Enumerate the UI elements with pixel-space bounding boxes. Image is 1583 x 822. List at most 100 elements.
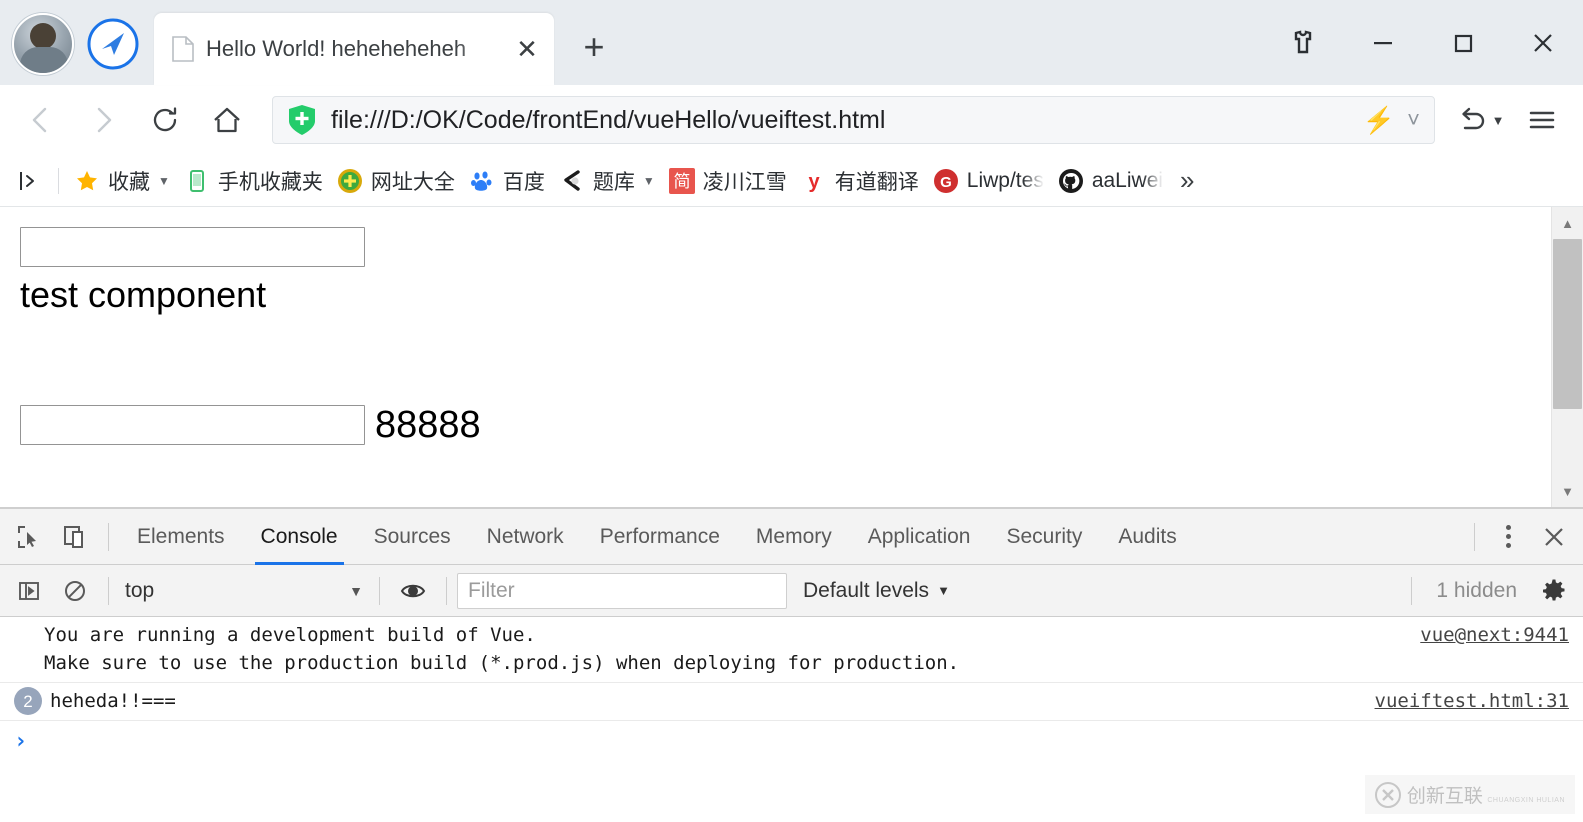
- bookmark-item-tiku[interactable]: 题库 ▼: [552, 161, 662, 201]
- avatar[interactable]: [12, 13, 74, 75]
- gear-icon[interactable]: [1531, 568, 1577, 614]
- home-icon[interactable]: [196, 89, 258, 151]
- page-viewport: test component 88888 ▲ ▼: [0, 207, 1583, 507]
- tab-sources[interactable]: Sources: [356, 509, 469, 565]
- console-prompt[interactable]: ›: [0, 721, 1583, 762]
- address-bar[interactable]: file:///D:/OK/Code/frontEnd/vueHello/vue…: [272, 96, 1435, 144]
- chevron-down-icon[interactable]: ▼: [158, 174, 170, 188]
- tab-elements[interactable]: Elements: [119, 509, 243, 565]
- clear-console-icon[interactable]: [52, 568, 98, 614]
- youdao-icon: y: [801, 168, 827, 194]
- maximize-icon[interactable]: [1423, 0, 1503, 85]
- tab-application[interactable]: Application: [850, 509, 989, 565]
- divider: [446, 576, 447, 605]
- bookmark-item-hao123[interactable]: 网址大全: [330, 161, 462, 201]
- browser-tab[interactable]: Hello World! heheheheheh ✕: [154, 13, 554, 85]
- browser-logo-icon[interactable]: [86, 17, 140, 71]
- close-icon[interactable]: [1503, 0, 1583, 85]
- bookmark-item-favorites[interactable]: 收藏 ▼: [67, 161, 177, 201]
- filter-placeholder: Filter: [468, 578, 515, 602]
- tab-console[interactable]: Console: [243, 509, 356, 565]
- page-scrollbar[interactable]: ▲ ▼: [1551, 207, 1583, 507]
- new-tab-button[interactable]: +: [566, 19, 622, 75]
- log-levels-label: Default levels: [803, 578, 930, 602]
- bookmark-label: 手机收藏夹: [217, 170, 323, 194]
- browser-window: Hello World! heheheheheh ✕ + file:///D:/…: [0, 0, 1583, 822]
- divider: [108, 576, 109, 605]
- prompt-chevron-icon: ›: [14, 729, 28, 755]
- hamburger-menu-icon[interactable]: [1511, 89, 1573, 151]
- bookmark-label: 题库: [592, 170, 635, 194]
- text-input-top[interactable]: [20, 227, 365, 267]
- log-levels-select[interactable]: Default levels ▼: [787, 579, 966, 603]
- github-icon: [1058, 168, 1084, 194]
- plus-circle-icon: [337, 168, 363, 194]
- device-toolbar-icon[interactable]: [52, 514, 98, 560]
- bookmark-label: 收藏: [108, 170, 150, 194]
- svg-text:G: G: [940, 174, 952, 191]
- scrollbar-track[interactable]: [1552, 239, 1583, 475]
- tab-audits[interactable]: Audits: [1100, 509, 1194, 565]
- url-text: file:///D:/OK/Code/frontEnd/vueHello/vue…: [331, 105, 886, 134]
- filter-input[interactable]: Filter: [457, 572, 787, 609]
- console-message-text: You are running a development build of V…: [44, 624, 960, 675]
- bookmark-label: 有道翻译: [834, 170, 919, 194]
- bookmarks-overflow-button[interactable]: »: [1170, 165, 1204, 196]
- chevron-down-icon[interactable]: ▼: [1492, 113, 1505, 128]
- console-message-source[interactable]: vueiftest.html:31: [1357, 687, 1569, 715]
- close-icon[interactable]: [1531, 514, 1577, 560]
- close-icon[interactable]: ✕: [510, 32, 544, 66]
- minimize-icon[interactable]: [1343, 0, 1423, 85]
- divider: [1474, 522, 1475, 551]
- scroll-up-icon[interactable]: ▲: [1552, 207, 1583, 239]
- execution-context-value: top: [125, 578, 155, 602]
- tab-title: Hello World! heheheheheh: [206, 36, 467, 61]
- message-count-badge: 2: [14, 687, 42, 716]
- lightning-icon[interactable]: ⚡: [1363, 105, 1395, 136]
- tab-strip: Hello World! heheheheheh ✕ +: [0, 0, 1583, 85]
- page-content: test component 88888: [0, 207, 1551, 507]
- devtools-tabbar: Elements Console Sources Network Perform…: [0, 509, 1583, 565]
- skin-icon[interactable]: [1263, 0, 1343, 85]
- hidden-messages-count: 1 hidden: [1436, 578, 1517, 602]
- tab-security[interactable]: Security: [988, 509, 1100, 565]
- document-icon: [172, 36, 194, 62]
- svg-text:y: y: [808, 171, 820, 193]
- page-heading: test component: [20, 274, 267, 315]
- bookmark-item-youdao[interactable]: y 有道翻译: [794, 161, 926, 201]
- console-message: You are running a development build of V…: [0, 617, 1583, 684]
- navigation-toolbar: file:///D:/OK/Code/frontEnd/vueHello/vue…: [0, 85, 1583, 155]
- baidu-paw-icon: [469, 168, 495, 194]
- chevron-down-icon[interactable]: ˅: [1407, 107, 1420, 133]
- forward-arrow-icon[interactable]: [72, 89, 134, 151]
- expand-panel-icon[interactable]: [8, 169, 50, 193]
- bookmark-item-gitee[interactable]: G Liwp/tes: [926, 161, 1051, 201]
- scrollbar-thumb[interactable]: [1553, 239, 1582, 409]
- reload-icon[interactable]: [134, 89, 196, 151]
- console-message-source[interactable]: vue@next:9441: [1402, 621, 1569, 649]
- tab-network[interactable]: Network: [469, 509, 582, 565]
- counter-value: 88888: [375, 404, 481, 446]
- inspect-element-icon[interactable]: [6, 514, 52, 560]
- bookmark-item-baidu[interactable]: 百度: [462, 161, 552, 201]
- bookmark-item-mobile-favorites[interactable]: 手机收藏夹: [177, 161, 330, 201]
- console-output[interactable]: You are running a development build of V…: [0, 617, 1583, 822]
- console-filter-bar: top ▼ Filter Default levels ▼ 1 hidden: [0, 565, 1583, 617]
- console-sidebar-icon[interactable]: [6, 568, 52, 614]
- scroll-down-icon[interactable]: ▼: [1552, 475, 1583, 507]
- kebab-menu-icon[interactable]: [1485, 514, 1531, 560]
- live-expression-icon[interactable]: [390, 568, 436, 614]
- text-input-bottom[interactable]: [20, 405, 365, 445]
- execution-context-select[interactable]: top ▼: [119, 573, 369, 609]
- tab-memory[interactable]: Memory: [738, 509, 850, 565]
- chevron-down-icon: ▼: [937, 583, 950, 598]
- bookmark-item-github[interactable]: aaLiwei: [1051, 161, 1170, 201]
- counter-row: 88888: [20, 405, 481, 445]
- undo-icon[interactable]: ▼: [1449, 89, 1511, 151]
- back-arrow-icon[interactable]: [10, 89, 72, 151]
- tab-performance[interactable]: Performance: [582, 509, 738, 565]
- chevron-down-icon[interactable]: ▼: [643, 174, 655, 188]
- bookmark-item-jianshu[interactable]: 简 凌川江雪: [662, 161, 794, 201]
- green-shield-icon: [287, 104, 317, 136]
- watermark: 创新互联 CHUANGXIN HULIAN: [1364, 775, 1575, 814]
